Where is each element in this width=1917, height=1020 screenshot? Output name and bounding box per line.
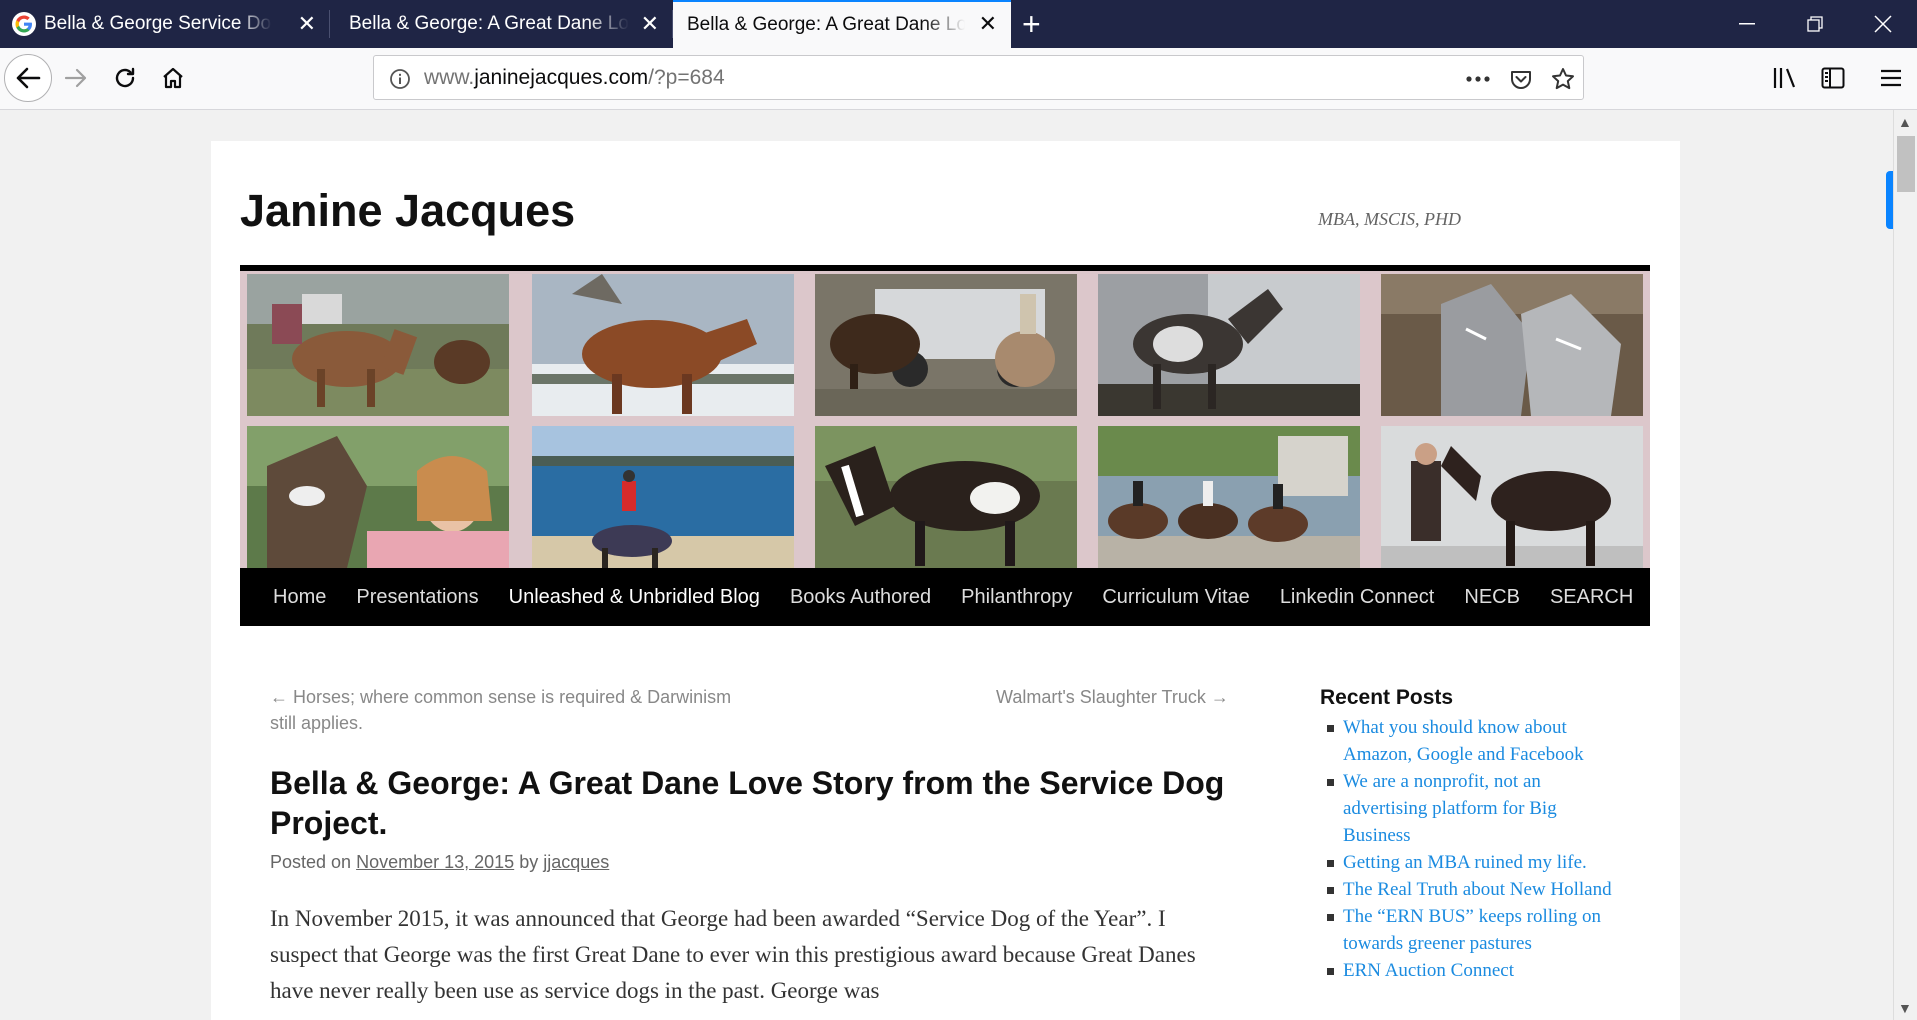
horse-photo xyxy=(1098,274,1360,416)
site-description: MBA, MSCIS, PHD xyxy=(1318,209,1461,229)
nav-presentations[interactable]: Presentations xyxy=(356,586,478,609)
horse-photo xyxy=(1381,274,1643,416)
close-tab-icon[interactable]: ✕ xyxy=(641,13,659,35)
site-navigation: Home Presentations Unleashed & Unbridled… xyxy=(240,568,1650,626)
horse-photo xyxy=(532,426,794,568)
tab-title: Bella & George Service Dog Project xyxy=(44,13,272,34)
minimize-icon[interactable] xyxy=(1713,0,1781,48)
post-date-link[interactable]: November 13, 2015 xyxy=(356,852,514,872)
recent-post-link[interactable]: Getting an MBA ruined my life. xyxy=(1320,849,1620,876)
sidebar-toggle-icon[interactable] xyxy=(1812,57,1854,99)
nav-curriculum-vitae[interactable]: Curriculum Vitae xyxy=(1102,586,1249,609)
header-photo-collage[interactable] xyxy=(240,265,1650,568)
reload-icon[interactable] xyxy=(104,57,146,99)
back-button[interactable] xyxy=(4,54,52,102)
tab-strip: Bella & George Service Dog Project ✕ Bel… xyxy=(0,0,1917,48)
tab-1[interactable]: Bella & George Service Dog Project ✕ xyxy=(0,0,330,48)
recent-post-link[interactable]: The “ERN BUS” keeps rolling on towards g… xyxy=(1320,903,1620,957)
previous-post-link[interactable]: ← Horses; where common sense is required… xyxy=(270,684,740,736)
nav-philanthropy[interactable]: Philanthropy xyxy=(961,586,1072,609)
page-viewport: Janine Jacques MBA, MSCIS, PHD Home Pres… xyxy=(0,110,1893,1020)
nav-necb[interactable]: NECB xyxy=(1464,586,1520,609)
recent-post-link[interactable]: The Real Truth about New Holland xyxy=(1320,876,1620,903)
tab-2[interactable]: Bella & George: A Great Dane Love Story … xyxy=(337,0,673,48)
sidebar-recent-posts: Recent Posts What you should know about … xyxy=(1320,686,1620,984)
posted-on-label: Posted on xyxy=(270,852,352,872)
close-window-icon[interactable] xyxy=(1849,0,1917,48)
tab-title: Bella & George: A Great Dane Love Story xyxy=(349,13,629,34)
recent-post-link[interactable]: ERN Auction Connect xyxy=(1320,957,1620,984)
page-actions-icon[interactable] xyxy=(1464,65,1492,93)
nav-books-authored[interactable]: Books Authored xyxy=(790,586,931,609)
bookmark-star-icon[interactable] xyxy=(1549,65,1577,93)
horse-photo xyxy=(247,426,509,568)
post-body: In November 2015, it was announced that … xyxy=(270,906,1196,1003)
post-author-link[interactable]: jjacques xyxy=(543,852,609,872)
url-bar[interactable]: www.janinejacques.com/?p=684 xyxy=(373,55,1584,100)
scrollbar-thumb[interactable] xyxy=(1897,136,1915,192)
library-icon[interactable] xyxy=(1764,57,1806,99)
side-panel-indicator xyxy=(1886,171,1893,229)
restore-icon[interactable] xyxy=(1781,0,1849,48)
page-container: Janine Jacques MBA, MSCIS, PHD Home Pres… xyxy=(211,141,1680,1020)
nav-search[interactable]: SEARCH xyxy=(1550,586,1633,609)
pocket-icon[interactable] xyxy=(1507,65,1535,93)
recent-post-link[interactable]: What you should know about Amazon, Googl… xyxy=(1320,714,1620,768)
home-icon[interactable] xyxy=(152,57,194,99)
google-icon xyxy=(12,12,36,36)
close-tab-icon[interactable]: ✕ xyxy=(979,13,997,35)
forward-button[interactable] xyxy=(55,57,97,99)
navigation-toolbar: www.janinejacques.com/?p=684 xyxy=(0,48,1917,110)
url-path: /?p=684 xyxy=(648,66,725,89)
url-prefix: www. xyxy=(424,66,475,89)
new-tab-icon[interactable]: + xyxy=(1022,8,1041,40)
horse-photo xyxy=(815,274,1077,416)
nav-linkedin-connect[interactable]: Linkedin Connect xyxy=(1280,586,1435,609)
horse-photo xyxy=(1098,426,1360,568)
url-text[interactable]: www.janinejacques.com/?p=684 xyxy=(424,66,725,90)
by-label: by xyxy=(519,852,539,872)
post-meta: Posted on November 13, 2015 by jjacques xyxy=(270,852,609,873)
post-title: Bella & George: A Great Dane Love Story … xyxy=(270,765,1225,841)
menu-hamburger-icon[interactable] xyxy=(1870,57,1912,99)
tab-title: Bella & George: A Great Dane Love Story xyxy=(687,14,965,35)
nav-blog[interactable]: Unleashed & Unbridled Blog xyxy=(509,586,760,609)
next-post-link[interactable]: Walmart's Slaughter Truck → xyxy=(996,684,1229,710)
horse-photo xyxy=(815,426,1077,568)
horse-photo xyxy=(532,274,794,416)
nav-home[interactable]: Home xyxy=(273,586,326,609)
scroll-up-icon[interactable]: ▲ xyxy=(1898,114,1912,130)
site-title[interactable]: Janine Jacques xyxy=(240,185,575,237)
site-info-icon[interactable] xyxy=(386,65,414,93)
recent-post-link[interactable]: We are a nonprofit, not an advertising p… xyxy=(1320,768,1620,849)
horse-photo xyxy=(1381,426,1643,568)
horse-photo xyxy=(247,274,509,416)
tab-3-active[interactable]: Bella & George: A Great Dane Love Story … xyxy=(673,0,1011,48)
recent-posts-list: What you should know about Amazon, Googl… xyxy=(1320,714,1620,984)
recent-posts-heading: Recent Posts xyxy=(1320,686,1454,709)
scroll-down-icon[interactable]: ▼ xyxy=(1898,1000,1912,1016)
vertical-scrollbar[interactable]: ▲ ▼ xyxy=(1893,110,1917,1020)
url-domain: janinejacques.com xyxy=(474,66,649,89)
close-tab-icon[interactable]: ✕ xyxy=(298,13,316,35)
